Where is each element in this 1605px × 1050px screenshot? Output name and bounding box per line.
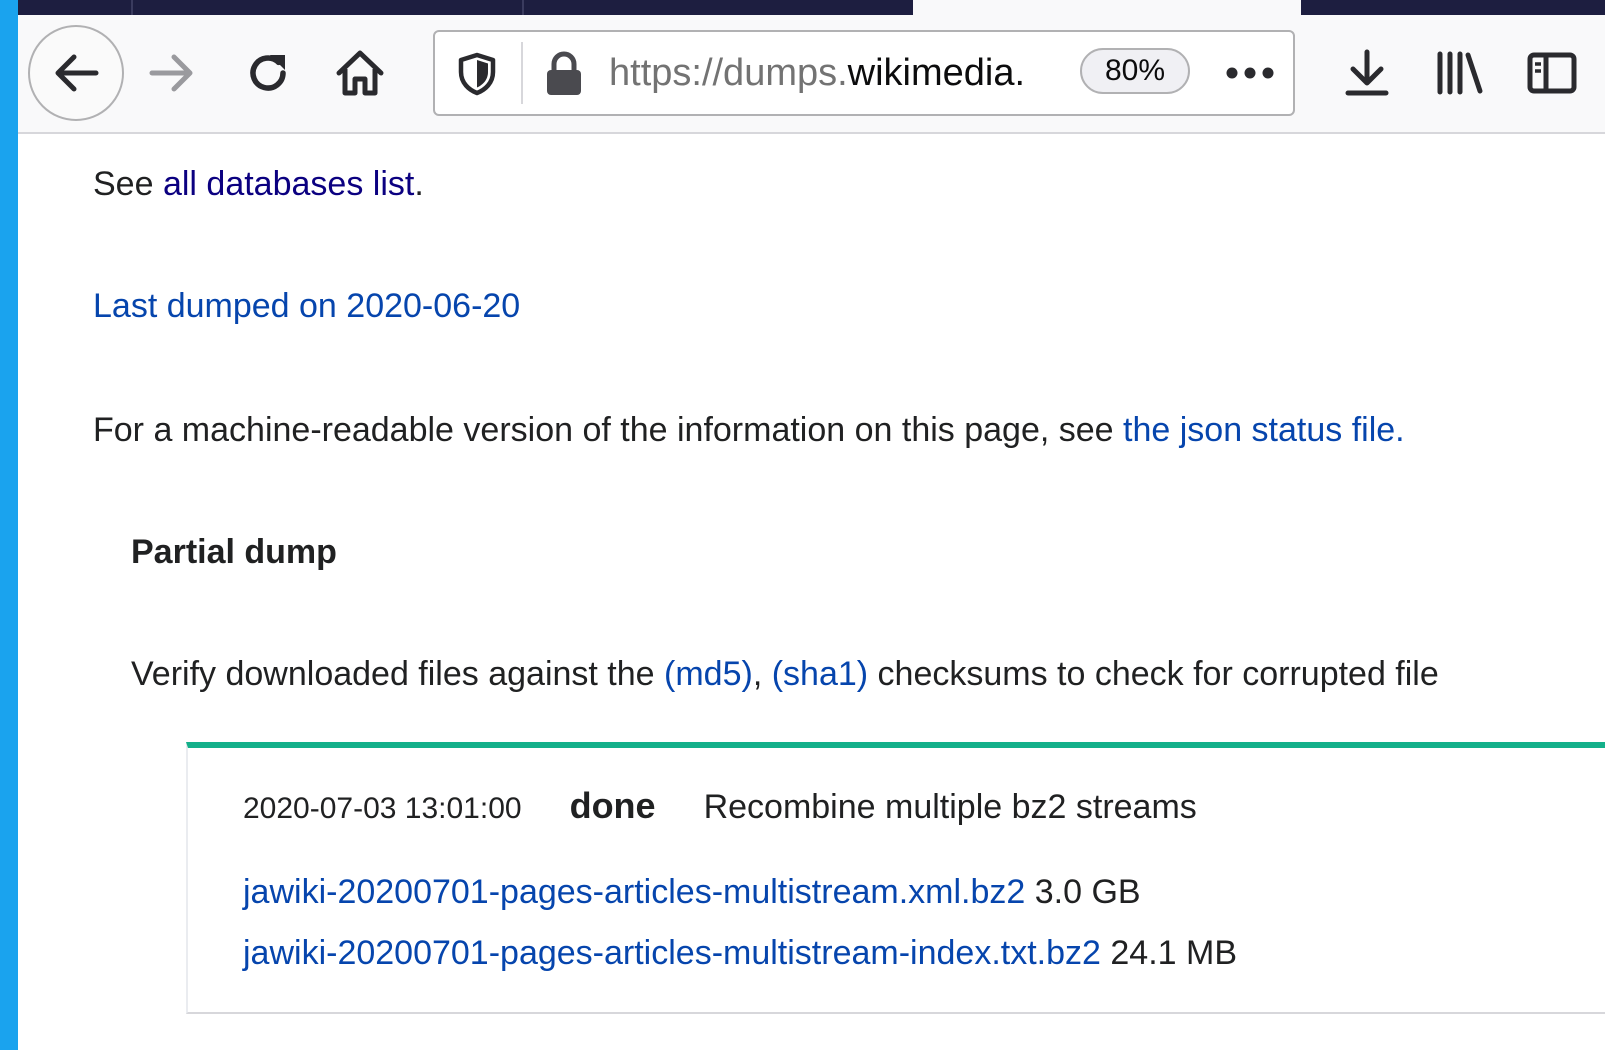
last-dumped-paragraph: Last dumped on 2020-06-20 <box>93 286 520 326</box>
tab-separator <box>522 0 524 15</box>
reload-button[interactable] <box>238 45 298 101</box>
home-icon <box>336 50 384 96</box>
desktop-edge <box>0 0 18 1050</box>
file-link-multistream-xml[interactable]: jawiki-20200701-pages-articles-multistre… <box>243 873 1025 911</box>
status-badge: done <box>569 785 656 826</box>
file-list-item: jawiki-20200701-pages-articles-multistre… <box>243 872 1141 912</box>
url-bar-separator <box>521 42 523 104</box>
machine-readable-text: For a machine-readable version of the in… <box>93 411 1124 449</box>
download-icon <box>1345 49 1389 96</box>
file-size: 3.0 GB <box>1034 873 1141 911</box>
site-info-button[interactable] <box>539 48 589 100</box>
verify-suffix-text: checksums to check for corrupted file <box>868 655 1439 693</box>
shield-icon <box>458 52 496 96</box>
forward-button[interactable] <box>142 45 202 101</box>
sidebar-icon <box>1527 52 1577 94</box>
verify-checksums-paragraph: Verify downloaded files against the (md5… <box>131 654 1439 694</box>
url-scheme: https://dumps. <box>609 52 848 94</box>
dump-status-box: 2020-07-03 13:01:00 done Recombine multipl… <box>186 742 1605 1014</box>
back-arrow-icon <box>55 54 99 92</box>
partial-dump-heading: Partial dump <box>131 533 337 571</box>
zoom-level-button[interactable]: 80% <box>1080 48 1190 94</box>
see-prefix-text: See <box>93 165 163 203</box>
url-text[interactable]: https://dumps.wikimedia. <box>609 32 1075 114</box>
status-line: 2020-07-03 13:01:00 done Recombine multipl… <box>243 786 1197 829</box>
page-content: See all databases list. Last dumped on 2… <box>18 134 1605 1050</box>
tab-separator <box>131 0 133 15</box>
sidebar-button[interactable] <box>1522 45 1582 101</box>
status-timestamp: 2020-07-03 13:01:00 <box>243 792 522 825</box>
forward-arrow-icon <box>149 54 193 92</box>
file-list-item: jawiki-20200701-pages-articles-multistre… <box>243 933 1237 973</box>
verify-prefix-text: Verify downloaded files against the <box>131 655 665 693</box>
md5-link[interactable]: (md5) <box>664 655 753 693</box>
machine-readable-paragraph: For a machine-readable version of the in… <box>93 410 1405 450</box>
tracking-protection-button[interactable] <box>451 48 503 100</box>
tab-active[interactable] <box>913 0 1301 15</box>
status-description: Recombine multiple bz2 streams <box>703 788 1197 826</box>
more-horizontal-icon <box>1226 67 1274 79</box>
library-icon <box>1437 51 1483 95</box>
file-size: 24.1 MB <box>1110 934 1237 972</box>
reload-icon <box>250 55 286 91</box>
json-status-link[interactable]: the json status file. <box>1123 411 1405 449</box>
url-domain: wikimedia. <box>847 52 1026 94</box>
url-bar[interactable]: https://dumps.wikimedia. 80% <box>433 30 1295 116</box>
tab-strip <box>18 0 1605 15</box>
see-all-databases-paragraph: See all databases list. <box>93 164 424 204</box>
home-button[interactable] <box>330 43 390 103</box>
back-button[interactable] <box>28 25 124 121</box>
all-databases-link[interactable]: all databases list <box>163 165 414 203</box>
verify-comma-text: , <box>752 655 772 693</box>
last-dumped-link[interactable]: Last dumped on 2020-06-20 <box>93 287 520 325</box>
browser-window: https://dumps.wikimedia. 80% See all dat… <box>18 0 1605 1050</box>
lock-icon <box>547 51 581 95</box>
see-suffix-text: . <box>414 165 424 203</box>
sha1-link[interactable]: (sha1) <box>772 655 868 693</box>
downloads-button[interactable] <box>1338 43 1396 103</box>
file-link-multistream-index[interactable]: jawiki-20200701-pages-articles-multistre… <box>243 934 1101 972</box>
library-button[interactable] <box>1430 43 1490 103</box>
page-actions-button[interactable] <box>1225 50 1275 96</box>
navigation-toolbar: https://dumps.wikimedia. 80% <box>18 15 1605 134</box>
